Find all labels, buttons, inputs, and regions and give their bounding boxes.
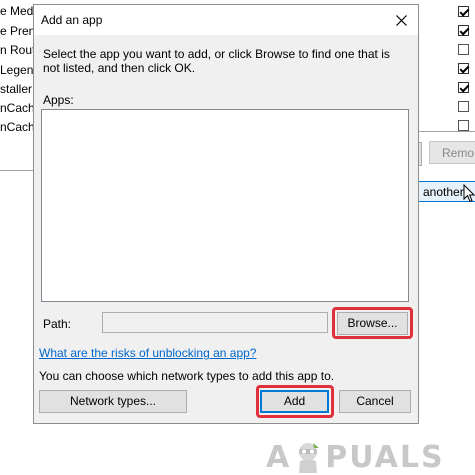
apps-list[interactable] [41,109,409,302]
add-app-dialog: Add an app Select the app you want to ad… [33,4,419,424]
list-item[interactable]: nCach [0,118,34,136]
checkbox[interactable] [458,82,469,93]
checkbox[interactable] [458,120,469,131]
checkbox[interactable] [458,6,469,17]
list-item[interactable]: e Medi [0,2,34,20]
dialog-title: Add an app [41,13,103,27]
list-item[interactable]: nCach [0,99,34,117]
checkbox[interactable] [458,25,469,36]
cancel-button[interactable]: Cancel [339,390,411,413]
appuals-watermark: A PUALS [266,440,445,475]
list-item[interactable]: staller [0,80,34,98]
list-item[interactable]: e Prem [0,22,34,40]
checkbox[interactable] [458,44,469,55]
watermark-text: PUALS [325,439,445,475]
network-types-button[interactable]: Network types... [39,390,187,413]
divider [417,131,475,132]
network-types-text: You can choose which network types to ad… [39,369,335,383]
add-highlight [256,385,334,418]
watermark-text: A [266,439,292,475]
browse-highlight [332,307,413,339]
title-bar[interactable]: Add an app [34,5,418,35]
risks-link[interactable]: What are the risks of unblocking an app? [39,346,256,360]
mouse-cursor-icon [463,184,475,203]
mascot-icon [299,443,320,473]
divider [0,170,36,171]
apps-label: Apps: [43,93,74,107]
list-item[interactable]: Legend [0,61,34,79]
list-item[interactable]: n Rout [0,41,34,59]
close-button[interactable] [384,5,418,35]
remove-button[interactable]: Remo [429,141,475,164]
path-input[interactable] [102,312,328,333]
checkbox[interactable] [458,63,469,74]
path-label: Path: [43,317,72,331]
checkbox[interactable] [458,101,469,112]
close-icon [395,14,407,26]
dialog-description: Select the app you want to add, or click… [43,47,390,75]
